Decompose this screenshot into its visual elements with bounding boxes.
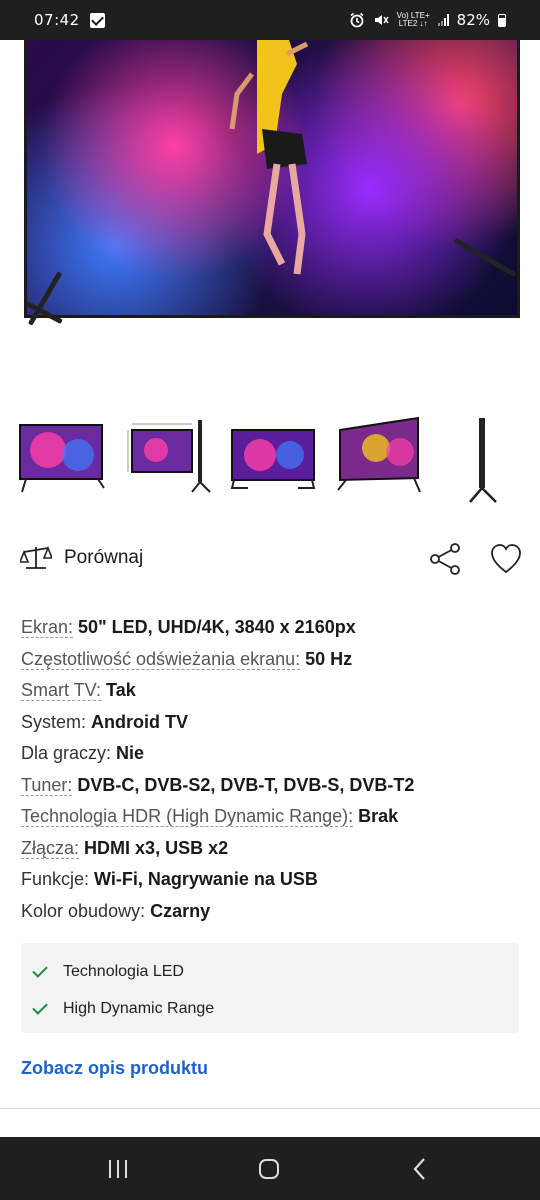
spec-list: Ekran: 50" LED, UHD/4K, 3840 x 2160px Cz… bbox=[21, 612, 521, 927]
spec-value: Wi-Fi, Nagrywanie na USB bbox=[94, 869, 318, 889]
status-icons: Vo) LTE+ LTE2 ↓↑ 82% bbox=[349, 11, 506, 29]
spec-label[interactable]: Technologia HDR (High Dynamic Range): bbox=[21, 806, 354, 827]
feature-label: Technologia LED bbox=[63, 962, 184, 980]
spec-label[interactable]: Smart TV: bbox=[21, 680, 102, 701]
spec-value: Tak bbox=[106, 680, 136, 700]
status-bar: 07:42 Vo) LTE+ LTE2 ↓↑ 82% bbox=[0, 0, 540, 40]
spec-row: Funkcje: Wi-Fi, Nagrywanie na USB bbox=[21, 864, 521, 896]
recent-apps-button[interactable] bbox=[98, 1153, 138, 1185]
compare-label: Porównaj bbox=[64, 547, 144, 568]
spec-value: Brak bbox=[358, 806, 399, 826]
network-indicator: Vo) LTE+ LTE2 ↓↑ bbox=[396, 11, 430, 28]
status-time: 07:42 bbox=[34, 11, 80, 29]
spec-label: Kolor obudowy: bbox=[21, 900, 146, 921]
notification-check-icon bbox=[89, 12, 105, 28]
spec-label[interactable]: Tuner: bbox=[21, 774, 73, 796]
share-button[interactable] bbox=[428, 541, 464, 577]
back-button[interactable] bbox=[400, 1153, 440, 1185]
spec-row: System: Android TV bbox=[21, 707, 521, 739]
spec-value: 50 Hz bbox=[305, 648, 353, 669]
spec-label: Dla graczy: bbox=[21, 743, 112, 763]
check-icon bbox=[31, 1000, 49, 1018]
spec-value: Android TV bbox=[91, 711, 189, 732]
back-icon bbox=[413, 1158, 425, 1180]
spec-label[interactable]: Ekran: bbox=[21, 617, 74, 638]
thumbnail-strip bbox=[0, 410, 540, 510]
dancer-figure-icon bbox=[229, 40, 309, 275]
product-hero-image[interactable] bbox=[0, 40, 540, 390]
home-button[interactable] bbox=[249, 1153, 289, 1185]
tv-screen-image bbox=[24, 40, 520, 318]
tv-thumbnail-3[interactable] bbox=[230, 410, 318, 505]
spec-row: Technologia HDR (High Dynamic Range): Br… bbox=[21, 801, 521, 833]
check-icon bbox=[31, 963, 49, 981]
system-nav-bar bbox=[0, 1137, 540, 1200]
spec-row: Dla graczy: Nie bbox=[21, 738, 521, 770]
spec-row: Złącza: HDMI x3, USB x2 bbox=[21, 833, 521, 865]
see-description-link[interactable]: Zobacz opis produktu bbox=[21, 1058, 208, 1079]
share-icon bbox=[430, 543, 460, 575]
favorite-button[interactable] bbox=[488, 541, 524, 577]
heart-icon bbox=[491, 544, 521, 574]
spec-row: Tuner: DVB-C, DVB-S2, DVB-T, DVB-S, DVB-… bbox=[21, 770, 521, 802]
tv-thumbnail-1[interactable] bbox=[18, 410, 106, 505]
spec-row: Smart TV: Tak bbox=[21, 675, 521, 707]
feature-box: Technologia LED High Dynamic Range bbox=[21, 943, 519, 1033]
spec-value: 50" LED, UHD/4K, 3840 x 2160px bbox=[78, 617, 356, 637]
recent-apps-icon bbox=[109, 1160, 127, 1178]
spec-row: Częstotliwość odświeżania ekranu: 50 Hz bbox=[21, 644, 521, 676]
mute-icon bbox=[374, 15, 389, 25]
signal-icon bbox=[437, 14, 449, 26]
battery-percent: 82% bbox=[456, 11, 490, 29]
spec-value: DVB-C, DVB-S2, DVB-T, DVB-S, DVB-T2 bbox=[77, 774, 415, 795]
divider bbox=[0, 1108, 540, 1109]
compare-button[interactable]: Porównaj bbox=[20, 544, 143, 572]
spec-value: HDMI x3, USB x2 bbox=[84, 837, 229, 858]
spec-value: Nie bbox=[116, 743, 145, 763]
spec-row: Ekran: 50" LED, UHD/4K, 3840 x 2160px bbox=[21, 612, 521, 644]
product-actions: Porównaj bbox=[0, 536, 540, 582]
spec-label[interactable]: Złącza: bbox=[21, 837, 80, 859]
feature-label: High Dynamic Range bbox=[63, 999, 215, 1017]
tv-thumbnail-5[interactable] bbox=[440, 410, 528, 505]
scales-icon bbox=[20, 545, 52, 569]
tv-thumbnail-2[interactable] bbox=[126, 410, 214, 505]
spec-row: Kolor obudowy: Czarny bbox=[21, 896, 521, 928]
battery-icon bbox=[498, 13, 506, 27]
feature-item: High Dynamic Range bbox=[21, 990, 519, 1027]
spec-label: System: bbox=[21, 711, 87, 732]
home-icon bbox=[259, 1159, 279, 1179]
spec-label[interactable]: Częstotliwość odświeżania ekranu: bbox=[21, 648, 301, 670]
tv-thumbnail-4[interactable] bbox=[336, 410, 424, 505]
feature-item: Technologia LED bbox=[21, 953, 519, 990]
spec-value: Czarny bbox=[150, 900, 211, 921]
alarm-icon bbox=[350, 12, 364, 28]
spec-label: Funkcje: bbox=[21, 869, 90, 889]
